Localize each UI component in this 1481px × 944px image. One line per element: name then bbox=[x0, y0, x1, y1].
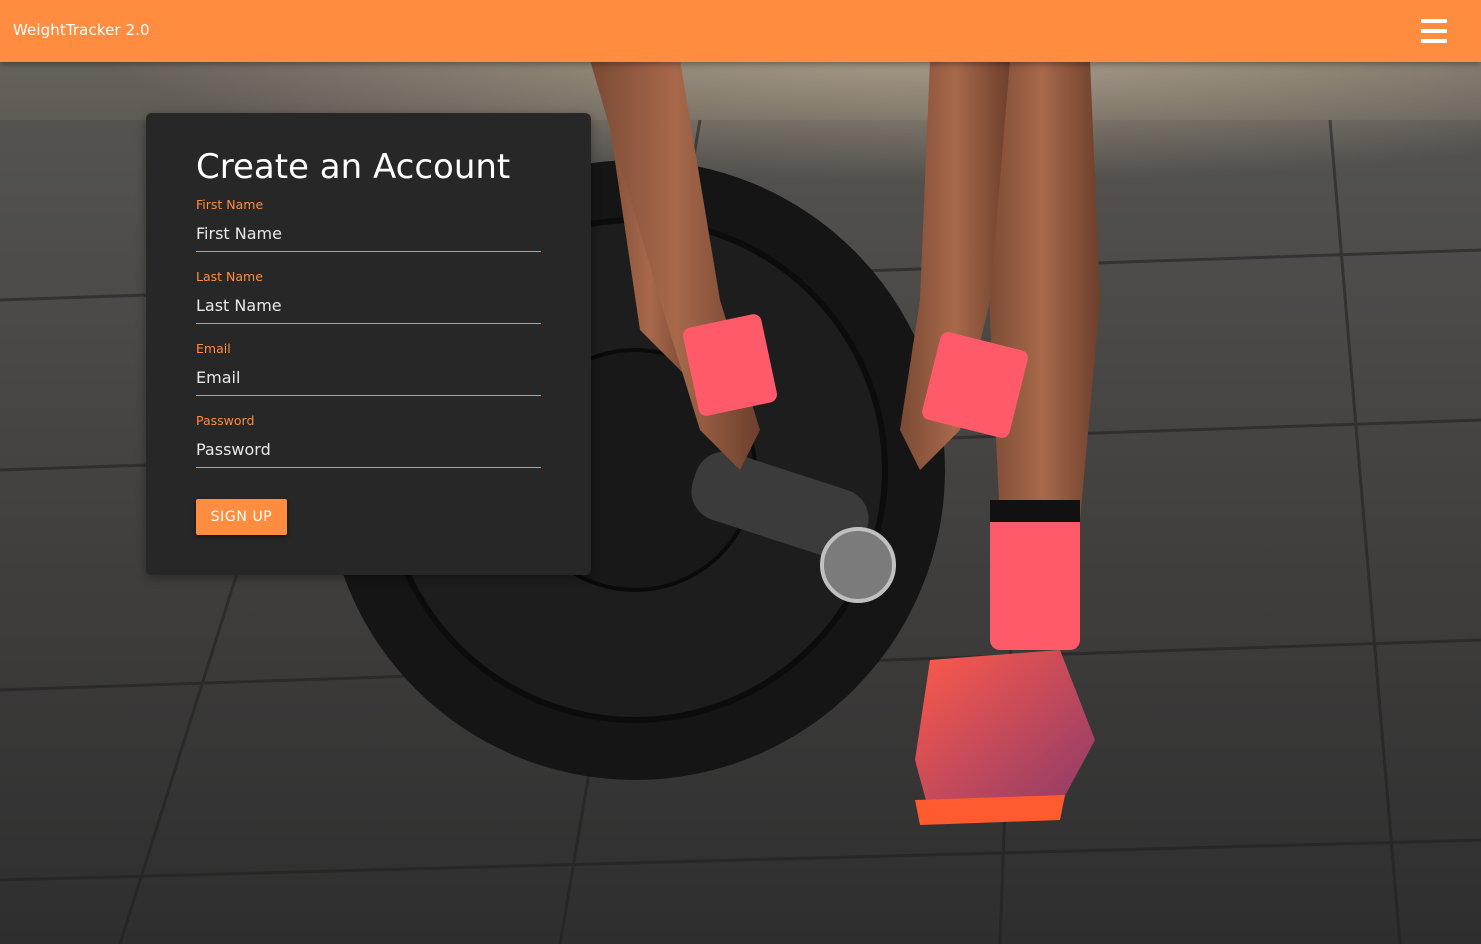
email-input[interactable] bbox=[196, 359, 541, 396]
first-name-input[interactable] bbox=[196, 215, 541, 252]
email-label: Email bbox=[196, 341, 231, 356]
first-name-label: First Name bbox=[196, 197, 264, 212]
top-navbar: WeightTracker 2.0 bbox=[0, 0, 1481, 62]
menu-bar-middle bbox=[1421, 29, 1447, 33]
page-title: Create an Account bbox=[196, 147, 511, 187]
last-name-input[interactable] bbox=[196, 287, 541, 324]
menu-bar-top bbox=[1421, 19, 1447, 23]
last-name-field-group: Last Name bbox=[196, 269, 541, 339]
hamburger-menu-icon[interactable] bbox=[1416, 15, 1452, 47]
sign-up-button[interactable]: SIGN UP bbox=[196, 499, 287, 535]
menu-bar-bottom bbox=[1421, 39, 1447, 43]
signup-card: Create an Account First Name Last Name E… bbox=[146, 113, 591, 575]
password-field-group: Password bbox=[196, 413, 541, 483]
password-label: Password bbox=[196, 413, 255, 428]
last-name-label: Last Name bbox=[196, 269, 263, 284]
password-input[interactable] bbox=[196, 431, 541, 468]
first-name-field-group: First Name bbox=[196, 197, 541, 267]
email-field-group: Email bbox=[196, 341, 541, 411]
brand-link[interactable]: WeightTracker 2.0 bbox=[13, 21, 150, 39]
